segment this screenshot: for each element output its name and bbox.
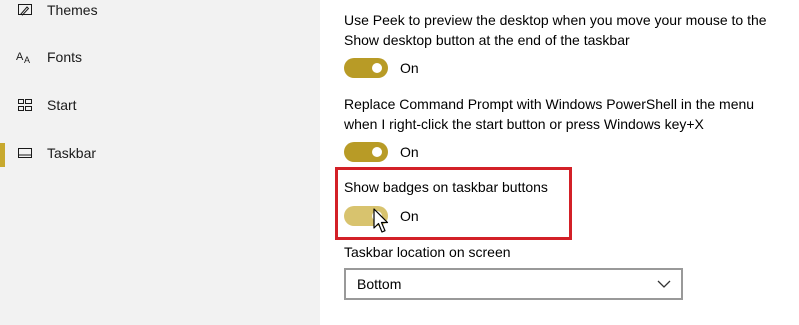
themes-icon: [16, 1, 34, 19]
sidebar-item-start[interactable]: Start: [0, 85, 320, 125]
fonts-icon: AA: [16, 48, 34, 66]
powershell-setting-label: Replace Command Prompt with Windows Powe…: [344, 96, 755, 132]
sidebar: Themes AA Fonts Start Taskbar: [0, 0, 320, 325]
peek-toggle[interactable]: [344, 58, 388, 78]
sidebar-item-label: Taskbar: [47, 145, 97, 161]
taskbar-icon: [16, 144, 34, 162]
start-icon: [16, 96, 34, 114]
chevron-down-icon: [657, 280, 671, 288]
powershell-toggle-state: On: [400, 144, 419, 160]
peek-setting-row: On: [344, 57, 419, 79]
peek-toggle-state: On: [400, 60, 419, 76]
peek-setting-label: Use Peek to preview the desktop when you…: [344, 12, 767, 48]
sidebar-item-label: Themes: [47, 2, 98, 18]
sidebar-item-fonts[interactable]: AA Fonts: [0, 37, 320, 77]
mouse-cursor-icon: [373, 208, 389, 233]
toggle-knob: [372, 63, 382, 73]
taskbar-location-dropdown[interactable]: Bottom: [344, 268, 683, 300]
powershell-toggle[interactable]: [344, 142, 388, 162]
highlight-box: [335, 167, 572, 240]
taskbar-location-value: Bottom: [357, 276, 402, 292]
sidebar-item-label: Fonts: [47, 49, 83, 65]
svg-text:A: A: [16, 51, 24, 63]
sidebar-item-themes[interactable]: Themes: [0, 0, 320, 30]
taskbar-location-label: Taskbar location on screen: [344, 244, 511, 260]
sidebar-item-label: Start: [47, 97, 77, 113]
svg-text:A: A: [24, 55, 30, 65]
powershell-setting-row: On: [344, 141, 419, 163]
toggle-knob: [372, 147, 382, 157]
sidebar-item-taskbar[interactable]: Taskbar: [0, 133, 320, 173]
